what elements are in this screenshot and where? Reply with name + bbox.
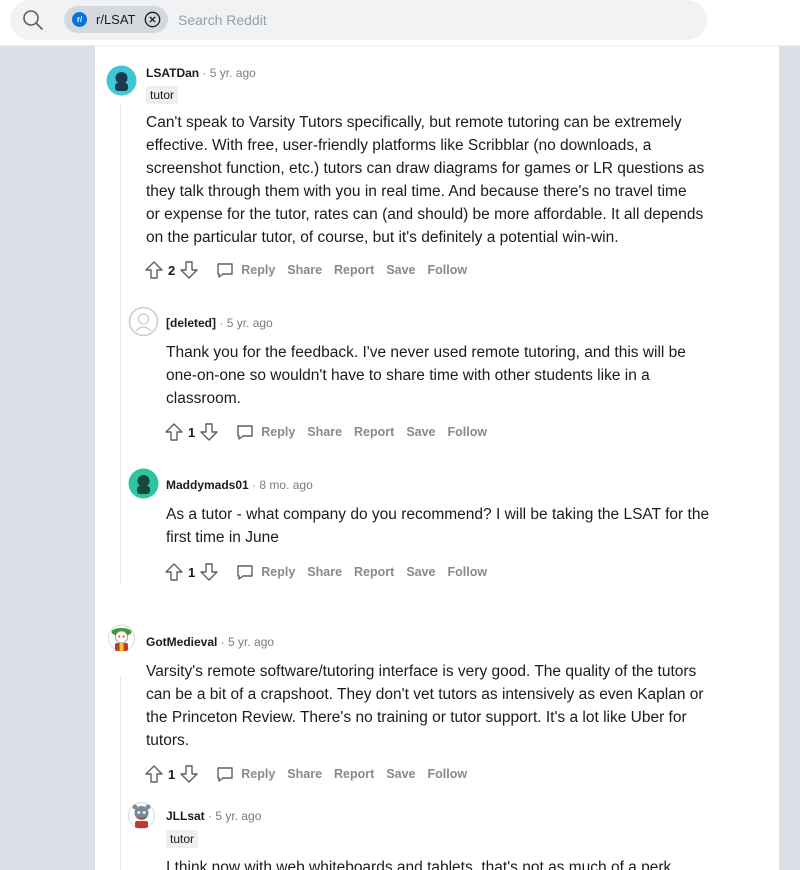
- upvote-icon[interactable]: [164, 422, 184, 442]
- upvote-icon[interactable]: [164, 562, 184, 582]
- downvote-icon[interactable]: [199, 562, 219, 582]
- reply-button[interactable]: Reply: [211, 764, 275, 784]
- comment-actions: 2 Reply Share Report Save Follow: [144, 257, 467, 283]
- reply-icon: [237, 565, 253, 580]
- comment-age[interactable]: 5 yr. ago: [227, 316, 273, 330]
- report-button[interactable]: Report: [354, 565, 394, 579]
- reply-icon: [237, 425, 253, 440]
- reply-icon: [217, 767, 233, 782]
- reply-button[interactable]: Reply: [231, 422, 295, 442]
- comment-meta: LSATDan · 5 yr. ago: [146, 66, 256, 80]
- avatar[interactable]: [126, 800, 157, 831]
- top-bar: r/ r/LSAT: [0, 0, 800, 46]
- vote-score: 2: [168, 262, 176, 278]
- reply-icon: [217, 263, 233, 278]
- save-button[interactable]: Save: [406, 425, 435, 439]
- vote-score: 1: [168, 766, 176, 782]
- comment-body: I think now with web whiteboards and tab…: [166, 859, 672, 870]
- comment-meta: GotMedieval · 5 yr. ago: [146, 635, 275, 649]
- subreddit-icon: r/: [72, 12, 87, 27]
- search-input[interactable]: [178, 9, 578, 31]
- comment-age[interactable]: 5 yr. ago: [228, 635, 274, 649]
- share-button[interactable]: Share: [287, 263, 322, 277]
- downvote-icon[interactable]: [199, 422, 219, 442]
- comment-actions: 1 Reply Share Report Save Follow: [164, 559, 487, 585]
- comment-age[interactable]: 5 yr. ago: [215, 809, 261, 823]
- downvote-icon[interactable]: [179, 764, 199, 784]
- reply-button[interactable]: Reply: [211, 260, 275, 280]
- share-button[interactable]: Share: [287, 767, 322, 781]
- downvote-icon[interactable]: [179, 260, 199, 280]
- upvote-icon[interactable]: [144, 764, 164, 784]
- follow-button[interactable]: Follow: [448, 565, 488, 579]
- comment-body: Varsity's remote software/tutoring inter…: [146, 663, 704, 749]
- reply-button[interactable]: Reply: [231, 562, 295, 582]
- comment-age[interactable]: 8 mo. ago: [259, 478, 312, 492]
- user-flair: tutor: [166, 830, 199, 848]
- thread-line[interactable]: [120, 676, 121, 870]
- comment-author: [deleted]: [166, 316, 217, 330]
- comment-author[interactable]: JLLsat: [166, 809, 205, 823]
- comment-age[interactable]: 5 yr. ago: [210, 66, 256, 80]
- share-button[interactable]: Share: [307, 425, 342, 439]
- report-button[interactable]: Report: [334, 263, 374, 277]
- upvote-icon[interactable]: [144, 260, 164, 280]
- comment-body: As a tutor - what company do you recomme…: [166, 506, 710, 546]
- follow-button[interactable]: Follow: [448, 425, 488, 439]
- comment-author[interactable]: GotMedieval: [146, 635, 217, 649]
- save-button[interactable]: Save: [386, 767, 415, 781]
- report-button[interactable]: Report: [334, 767, 374, 781]
- avatar[interactable]: [106, 622, 137, 653]
- save-button[interactable]: Save: [406, 565, 435, 579]
- thread-line[interactable]: [120, 104, 121, 584]
- save-button[interactable]: Save: [386, 263, 415, 277]
- report-button[interactable]: Report: [354, 425, 394, 439]
- comment-meta: Maddymads01 · 8 mo. ago: [166, 478, 313, 492]
- close-circle-icon[interactable]: [144, 11, 161, 28]
- comment-body: Can't speak to Varsity Tutors specifical…: [146, 114, 705, 246]
- comments-panel: LSATDan · 5 yr. ago tutor Can't speak to…: [95, 46, 779, 870]
- share-button[interactable]: Share: [307, 565, 342, 579]
- comment-body: Thank you for the feedback. I've never u…: [166, 344, 686, 407]
- search-bar[interactable]: r/ r/LSAT: [10, 0, 707, 40]
- community-chip-label: r/LSAT: [96, 12, 136, 27]
- comment-meta: JLLsat · 5 yr. ago: [166, 809, 262, 823]
- vote-score: 1: [188, 424, 196, 440]
- vote-score: 1: [188, 564, 196, 580]
- follow-button[interactable]: Follow: [428, 263, 468, 277]
- comment-author[interactable]: LSATDan: [146, 66, 199, 80]
- search-icon[interactable]: [22, 9, 44, 31]
- comment-actions: 1 Reply Share Report Save Follow: [144, 761, 467, 787]
- comment-author[interactable]: Maddymads01: [166, 478, 249, 492]
- avatar[interactable]: [128, 468, 159, 499]
- avatar[interactable]: [128, 306, 159, 337]
- comment-meta: [deleted] · 5 yr. ago: [166, 316, 273, 330]
- avatar[interactable]: [106, 65, 137, 96]
- comment-actions: 1 Reply Share Report Save Follow: [164, 419, 487, 445]
- user-flair: tutor: [146, 86, 179, 104]
- community-filter-chip[interactable]: r/ r/LSAT: [64, 6, 168, 33]
- follow-button[interactable]: Follow: [428, 767, 468, 781]
